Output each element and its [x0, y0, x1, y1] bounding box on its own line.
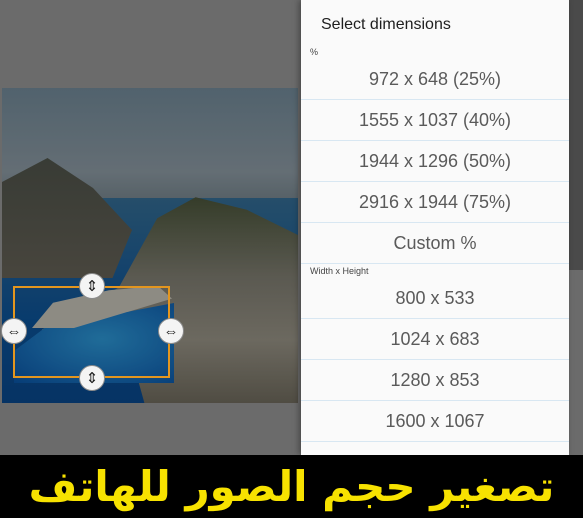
left-right-arrow-icon: ⇔ — [6, 322, 22, 340]
option-percent-40[interactable]: 1555 x 1037 (40%) — [301, 101, 569, 141]
option-custom-percent[interactable]: Custom % — [301, 224, 569, 264]
option-size-1600[interactable]: 1600 x 1067 — [301, 402, 569, 442]
select-dimensions-dialog: Select dimensions % 972 x 648 (25%) 1555… — [301, 0, 569, 455]
option-size-1024[interactable]: 1024 x 683 — [301, 320, 569, 360]
dialog-title: Select dimensions — [321, 16, 451, 33]
option-percent-75[interactable]: 2916 x 1944 (75%) — [301, 183, 569, 223]
background-image-edge — [569, 0, 583, 270]
option-size-800[interactable]: 800 x 533 — [301, 279, 569, 319]
crop-handle-right[interactable]: ⇔ — [158, 318, 184, 344]
left-right-arrow-icon: ⇔ — [163, 322, 179, 340]
title-banner: تصغير حجم الصور للهاتف — [0, 455, 583, 518]
option-percent-25[interactable]: 972 x 648 (25%) — [301, 60, 569, 100]
up-down-arrow-icon: ⇕ — [85, 277, 99, 295]
size-section-label: Width x Height — [310, 266, 369, 276]
percent-section-label: % — [310, 47, 319, 57]
banner-text: تصغير حجم الصور للهاتف — [28, 462, 555, 511]
up-down-arrow-icon: ⇕ — [85, 369, 99, 387]
crop-handle-top[interactable]: ⇕ — [79, 273, 105, 299]
crop-handle-left[interactable]: ⇔ — [1, 318, 27, 344]
option-percent-50[interactable]: 1944 x 1296 (50%) — [301, 142, 569, 182]
crop-handle-bottom[interactable]: ⇕ — [79, 365, 105, 391]
option-size-1280[interactable]: 1280 x 853 — [301, 361, 569, 401]
